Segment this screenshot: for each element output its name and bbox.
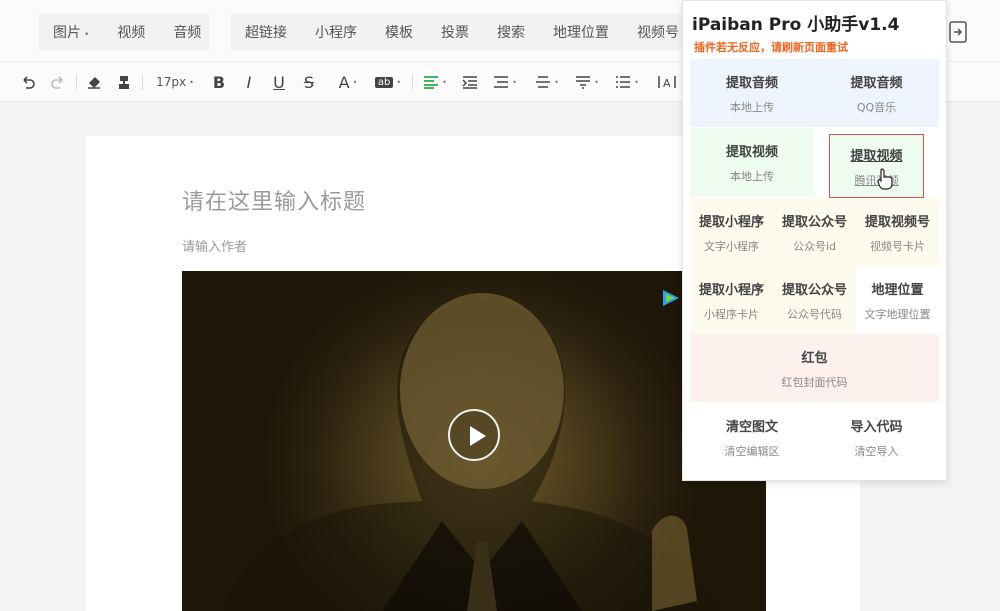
divider (142, 74, 143, 90)
location-text-button[interactable]: 地理位置 文字地理位置 (856, 266, 939, 334)
insert-group: 超链接 小程序 模板 投票 搜索 地理位置 视频号 (231, 14, 691, 50)
font-size-select[interactable]: 17px • (152, 70, 198, 94)
extract-miniprogram-card-button[interactable]: 提取小程序 小程序卡片 (690, 266, 773, 334)
indent-icon[interactable] (460, 70, 480, 94)
button-label: 提取音频 (850, 75, 903, 91)
strikethrough-button[interactable]: S (300, 70, 318, 94)
red-packet-cover-button[interactable]: 红包 红包封面代码 (690, 334, 939, 402)
import-code-button[interactable]: 导入代码 清空导入 (814, 403, 939, 471)
button-sublabel: 本地上传 (730, 169, 774, 183)
extract-audio-qqmusic-button[interactable]: 提取音频 QQ音乐 (814, 59, 939, 127)
document-icon[interactable] (949, 21, 967, 43)
button-label: 提取公众号 (781, 282, 847, 298)
media-group: 图片 • 视频 音频 (39, 14, 209, 50)
redo-icon[interactable] (48, 70, 68, 94)
button-sublabel: 清空编辑区 (724, 444, 780, 458)
eraser-icon[interactable] (84, 70, 104, 94)
undo-icon[interactable] (18, 70, 38, 94)
insert-miniprogram-button[interactable]: 小程序 (301, 22, 371, 42)
extract-channels-card-button[interactable]: 提取视频号 视频号卡片 (856, 198, 939, 266)
button-sublabel: 文字地理位置 (864, 307, 931, 321)
extract-official-account-code-button[interactable]: 提取公众号 公众号代码 (773, 266, 856, 334)
extract-video-local-button[interactable]: 提取视频 本地上传 (690, 128, 814, 196)
button-label: 清空图文 (725, 419, 778, 435)
format-painter-icon[interactable] (114, 70, 134, 94)
play-icon[interactable] (448, 409, 500, 461)
line-height-icon[interactable]: • (532, 70, 562, 94)
letter-spacing-icon[interactable]: • (572, 70, 602, 94)
button-sublabel: 本地上传 (730, 100, 774, 114)
bold-button[interactable]: B (210, 70, 228, 94)
tencent-video-logo-icon (663, 290, 679, 306)
button-label: 提取小程序 (698, 214, 764, 230)
button-sublabel: 公众号id (792, 239, 837, 253)
insert-location-button[interactable]: 地理位置 (539, 22, 623, 42)
button-label: 提取视频 (850, 148, 903, 164)
chevron-down-icon: • (84, 30, 90, 40)
italic-button[interactable]: I (240, 70, 258, 94)
panel-warning: 插件若无反应，请刷新页面重试 (694, 41, 848, 54)
insert-video-button[interactable]: 视频 (103, 22, 159, 42)
extract-official-account-id-button[interactable]: 提取公众号 公众号id (773, 198, 856, 266)
button-label: 提取视频 (725, 144, 778, 160)
highlight-color-button[interactable]: ab • (372, 70, 404, 94)
button-sublabel: 文字小程序 (704, 239, 759, 253)
paragraph-spacing-icon[interactable]: • (490, 70, 520, 94)
button-label: 提取视频号 (864, 214, 930, 230)
divider (412, 74, 413, 90)
font-color-button[interactable]: A • (333, 70, 363, 94)
underline-button[interactable]: U (270, 70, 288, 94)
button-label: 提取公众号 (781, 214, 847, 230)
insert-vote-button[interactable]: 投票 (427, 22, 483, 42)
divider (76, 74, 77, 90)
insert-image-button[interactable]: 图片 • (39, 22, 103, 42)
insert-link-button[interactable]: 超链接 (231, 22, 301, 42)
button-label: 红包 (801, 350, 828, 366)
text-direction-icon[interactable]: A (655, 70, 679, 94)
button-sublabel: 小程序卡片 (704, 307, 759, 321)
button-sublabel: 视频号卡片 (870, 239, 925, 253)
button-sublabel: 红包封面代码 (781, 375, 848, 389)
video-player[interactable] (182, 271, 766, 611)
insert-audio-button[interactable]: 音频 (159, 22, 215, 42)
button-label: 提取小程序 (698, 282, 764, 298)
button-label: 地理位置 (871, 282, 924, 298)
insert-search-button[interactable]: 搜索 (483, 22, 539, 42)
extract-audio-local-button[interactable]: 提取音频 本地上传 (690, 59, 814, 127)
button-sublabel: QQ音乐 (856, 100, 897, 114)
title-input[interactable]: 请在这里输入标题 (182, 184, 366, 216)
list-icon[interactable]: • (612, 70, 642, 94)
hand-pointer-icon (877, 168, 893, 190)
button-label: 导入代码 (850, 419, 903, 435)
extract-miniprogram-text-button[interactable]: 提取小程序 文字小程序 (690, 198, 773, 266)
clear-content-button[interactable]: 清空图文 清空编辑区 (690, 403, 814, 471)
panel-title: iPaiban Pro 小助手v1.4 (692, 15, 900, 35)
align-left-icon[interactable]: • (420, 70, 450, 94)
button-label: 提取音频 (725, 75, 778, 91)
button-sublabel: 清空导入 (854, 444, 899, 458)
ipaiban-helper-panel: iPaiban Pro 小助手v1.4 插件若无反应，请刷新页面重试 提取音频 … (682, 0, 947, 481)
svg-text:A: A (663, 77, 671, 89)
insert-template-button[interactable]: 模板 (371, 22, 427, 42)
button-sublabel: 公众号代码 (787, 307, 842, 321)
author-input[interactable]: 请输入作者 (182, 236, 247, 255)
